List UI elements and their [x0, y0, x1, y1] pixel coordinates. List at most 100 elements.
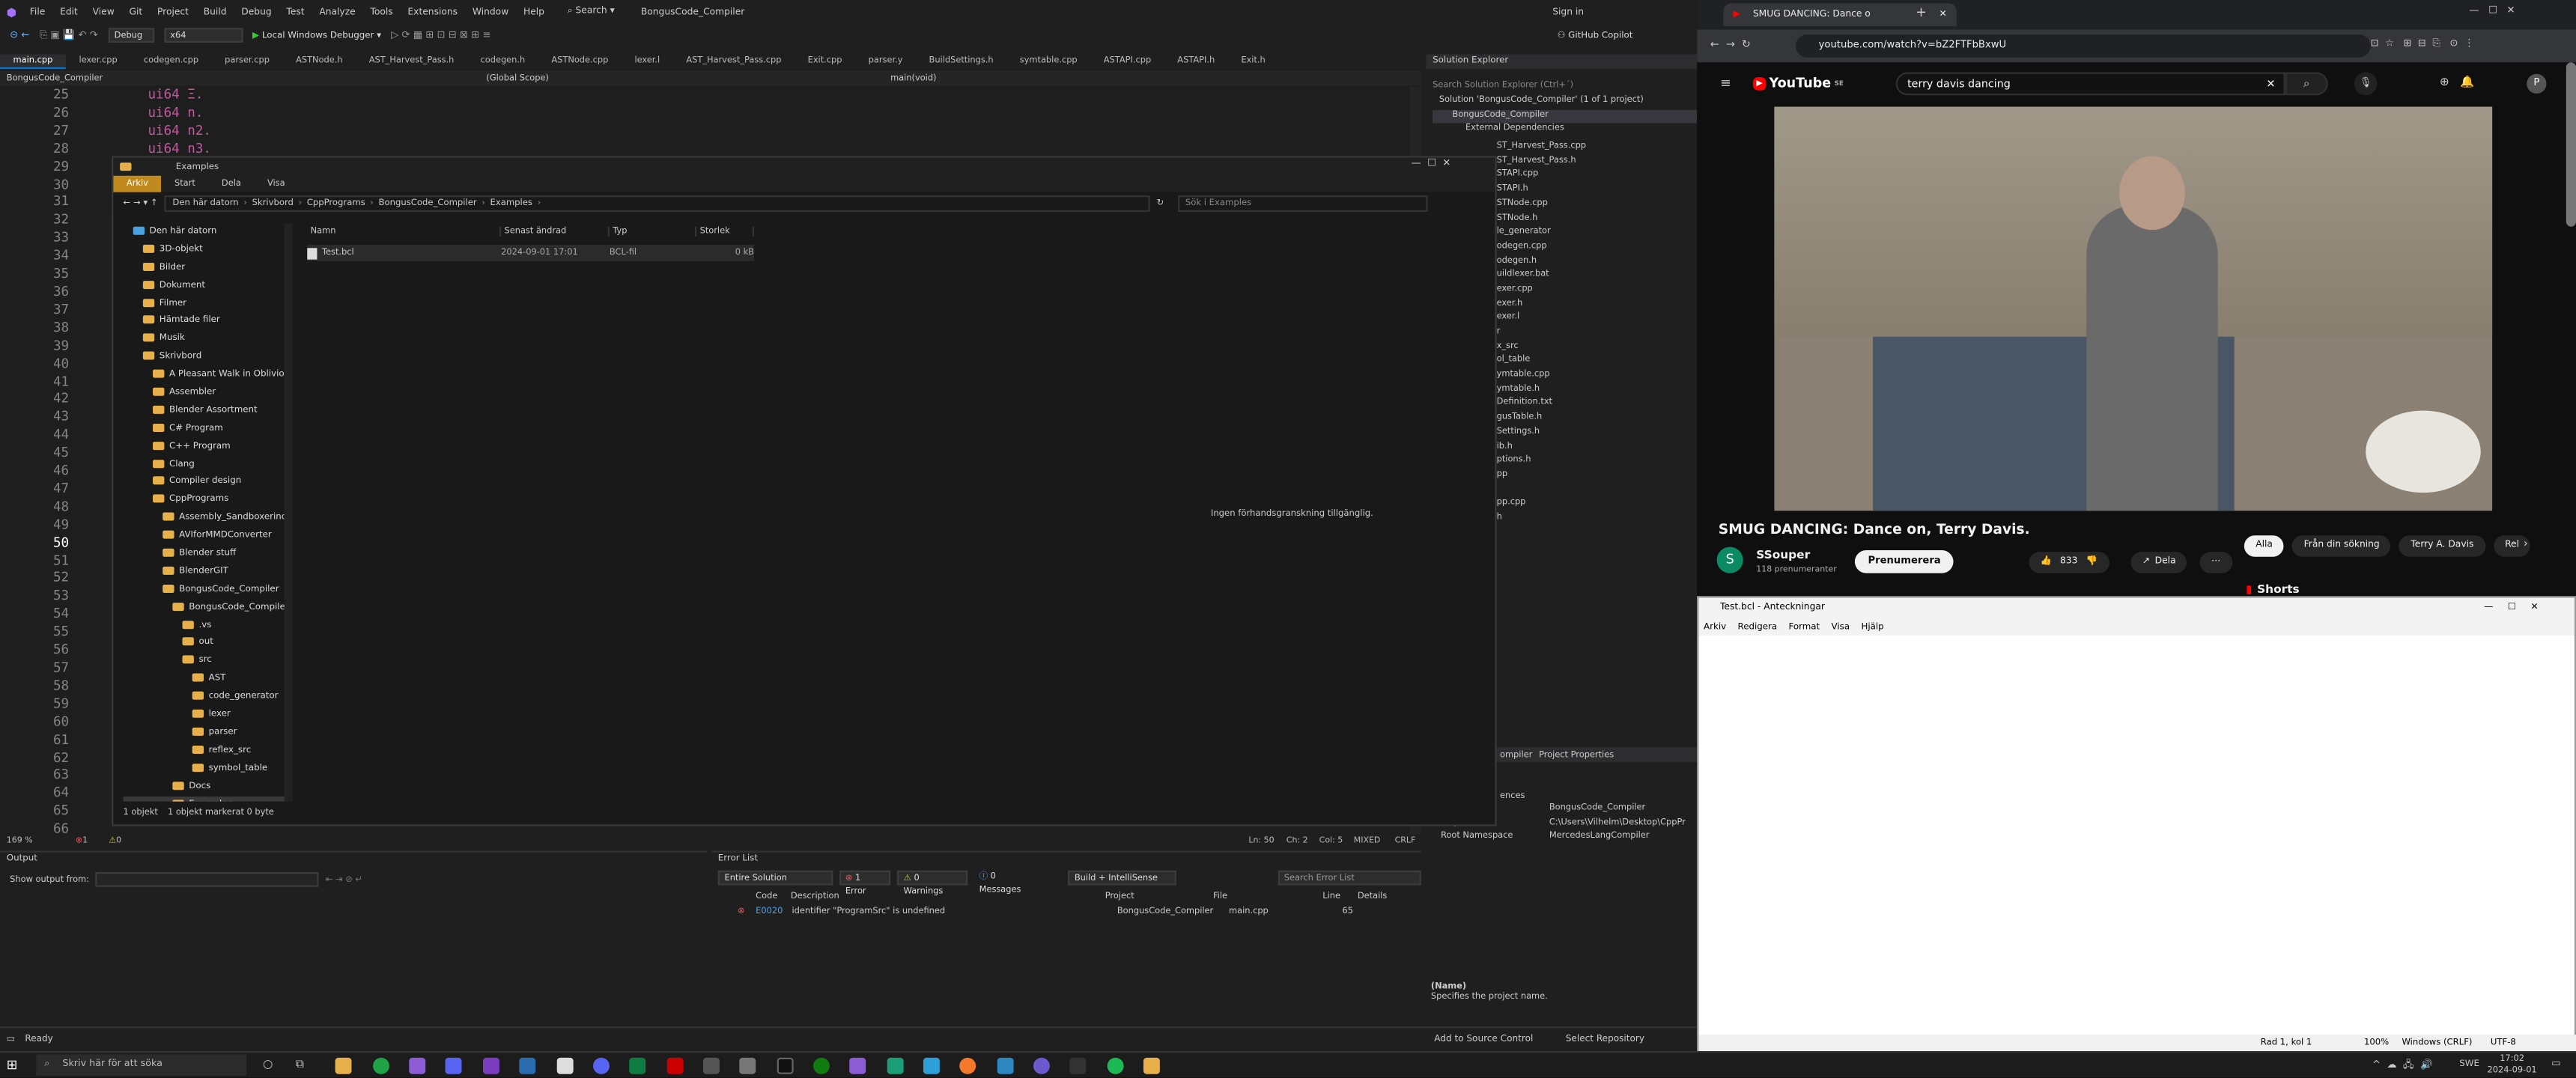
menu-item[interactable]: Project	[157, 7, 189, 17]
menu-item[interactable]: Extensions	[407, 7, 458, 17]
tree-item[interactable]: BongusCode_Compiler	[124, 599, 288, 617]
editor-tab[interactable]: ASTAPI.cpp	[1090, 54, 1164, 69]
editor-tab[interactable]: codegen.cpp	[130, 54, 211, 69]
warnings-filter-button[interactable]: ⚠ 0 Warnings	[896, 870, 968, 897]
taskbar-search[interactable]: ⌕ Skriv här för att söka	[36, 1054, 247, 1076]
tree-item[interactable]: Filmer	[124, 295, 288, 313]
subscribe-button[interactable]: Prenumerera	[1854, 549, 1954, 573]
tree-item[interactable]: .vs	[124, 617, 288, 635]
editor-tab[interactable]: Exit.h	[1228, 54, 1278, 69]
zoom-level[interactable]: 169 %	[0, 836, 76, 846]
editor-tab[interactable]: BuildSettings.h	[916, 54, 1006, 69]
editor-tab[interactable]: parser.y	[855, 54, 916, 69]
solution-file[interactable]: Definition.txt	[1497, 398, 1698, 412]
editor-tab[interactable]: ASTNode.h	[283, 54, 356, 69]
tree-item[interactable]: symbol_table	[124, 760, 288, 778]
search-button[interactable]: ⌕	[2285, 72, 2328, 96]
chrome-icon[interactable]	[373, 1057, 389, 1074]
tree-item[interactable]: CppPrograms	[124, 492, 288, 510]
config-select[interactable]: Debug	[107, 28, 154, 43]
video-player[interactable]	[1774, 106, 2493, 511]
header-actions-icons[interactable]: ⊕ 🔔	[2440, 76, 2475, 89]
mic-icon[interactable]: 🎙	[2354, 72, 2378, 96]
code-text[interactable]: ui64 Ξ. ui64 n. ui64 n2. ui64 n3.	[148, 87, 211, 159]
tree-item[interactable]: Clang	[124, 456, 288, 474]
avatar[interactable]: P	[2527, 73, 2547, 94]
nav-icons[interactable]: ← → ↻	[1710, 37, 1751, 51]
app-icon-13[interactable]	[1033, 1057, 1050, 1074]
notepad-menu-item[interactable]: Hjälp	[1861, 621, 1883, 631]
solution-file[interactable]: exer.l	[1497, 313, 1698, 327]
tree-item[interactable]: A Pleasant Walk in Oblivion	[124, 367, 288, 385]
tree-item[interactable]: parser	[124, 724, 288, 742]
notepad-menu-item[interactable]: Redigera	[1738, 621, 1778, 631]
output-from-select[interactable]	[95, 871, 320, 887]
new-tab-icon[interactable]: +	[1916, 5, 1927, 20]
menu-item[interactable]: Git	[129, 7, 142, 17]
select-repository[interactable]: Select Repository	[1566, 1034, 1644, 1044]
app-icon-12[interactable]	[997, 1057, 1014, 1074]
app-icon-4[interactable]	[556, 1057, 574, 1074]
editor-tab[interactable]: Exit.cpp	[795, 54, 855, 69]
explorer-search-input[interactable]: Sök i Examples	[1179, 195, 1429, 213]
more-actions-button[interactable]: ⋯	[2199, 552, 2232, 573]
visual-studio-icon[interactable]	[409, 1057, 426, 1074]
file-column-header[interactable]: Senast ändrad	[501, 225, 610, 236]
solution-file[interactable]: STNode.h	[1497, 213, 1698, 227]
notepad-menu-item[interactable]: Format	[1789, 621, 1820, 631]
solution-file[interactable]: ymtable.cpp	[1497, 370, 1698, 384]
tree-item[interactable]: Examples	[123, 795, 288, 802]
app-icon-6[interactable]	[666, 1057, 684, 1074]
ribbon-tab[interactable]: Visa	[254, 176, 298, 192]
code-line[interactable]: ui64 n.	[148, 105, 211, 123]
solution-file[interactable]: STNode.cpp	[1497, 198, 1698, 213]
like-button[interactable]: 👍 833 👎	[2029, 552, 2109, 573]
solution-file[interactable]: pp.cpp	[1497, 498, 1698, 512]
browser-extension-icons[interactable]: ⊡ ☆ ⊞ ⊟ ⎘ ⊙ ⋮	[2371, 37, 2474, 51]
back-icon[interactable]: ⊝ ←	[10, 29, 29, 40]
menu-item[interactable]: Analyze	[319, 7, 355, 17]
tree-item[interactable]: AVIforMMDConverter	[124, 528, 288, 546]
solution-file[interactable]: gusTable.h	[1497, 412, 1698, 427]
debug-tools-icons[interactable]: ▷ ⟳ ▦ ⊞ ⊡ ⊟ ⊠ ⊞ ≡	[391, 29, 490, 40]
eol-indicator[interactable]: CRLF	[1395, 836, 1416, 846]
window-controls-icon[interactable]: — ☐ ✕	[2469, 5, 2515, 16]
tree-item[interactable]: C# Program	[124, 420, 288, 438]
start-debug-button[interactable]: ▶ Local Windows Debugger ▾	[252, 31, 381, 40]
solution-file[interactable]: ymtable.h	[1497, 384, 1698, 398]
app-icon-5[interactable]	[629, 1057, 646, 1074]
input-language[interactable]: SWE	[2459, 1059, 2479, 1069]
tree-item[interactable]: Skrivbord	[124, 349, 288, 367]
file-column-header[interactable]: Namn	[307, 225, 502, 236]
ribbon-tab[interactable]: Start	[161, 176, 208, 192]
tree-item[interactable]: code_generator	[124, 689, 288, 707]
channel-avatar[interactable]: S	[1716, 546, 1743, 573]
error-code[interactable]: E0020	[756, 906, 792, 916]
editor-tab[interactable]: AST_Harvest_Pass.cpp	[673, 54, 795, 69]
solution-file[interactable]: ST_Harvest_Pass.cpp	[1497, 141, 1698, 156]
ribbon-tab[interactable]: Dela	[208, 176, 254, 192]
tree-item[interactable]: Docs	[124, 778, 288, 796]
menu-item[interactable]: Window	[473, 7, 508, 17]
editor-tab[interactable]: lexer.l	[622, 54, 673, 69]
solution-file[interactable]: le_generator	[1497, 227, 1698, 241]
tree-item[interactable]: Blender Assortment	[124, 402, 288, 420]
solution-file[interactable]	[1497, 484, 1698, 498]
solution-file[interactable]: h	[1497, 512, 1698, 526]
errorlist-column[interactable]: File	[1213, 892, 1322, 901]
tree-item[interactable]: Musik	[124, 331, 288, 349]
file-explorer-icon[interactable]	[335, 1057, 352, 1074]
app-icon-14[interactable]	[1069, 1057, 1087, 1074]
menu-item[interactable]: Help	[523, 7, 544, 17]
tree-item[interactable]: lexer	[124, 706, 288, 724]
xbox-icon[interactable]	[812, 1057, 830, 1074]
tree-item[interactable]: Assembly_Sandboxerino	[124, 510, 288, 528]
breadcrumb-item[interactable]: CppPrograms	[307, 198, 365, 208]
filter-chip[interactable]: Från din sökning	[2292, 535, 2392, 557]
page-scrollbar[interactable]	[2566, 62, 2576, 227]
app-icon[interactable]	[445, 1057, 462, 1074]
tree-item[interactable]: src	[124, 653, 288, 671]
menu-item[interactable]: File	[30, 7, 46, 17]
menu-item[interactable]: Test	[286, 7, 304, 17]
editor-tab[interactable]: AST_Harvest_Pass.h	[356, 54, 467, 69]
